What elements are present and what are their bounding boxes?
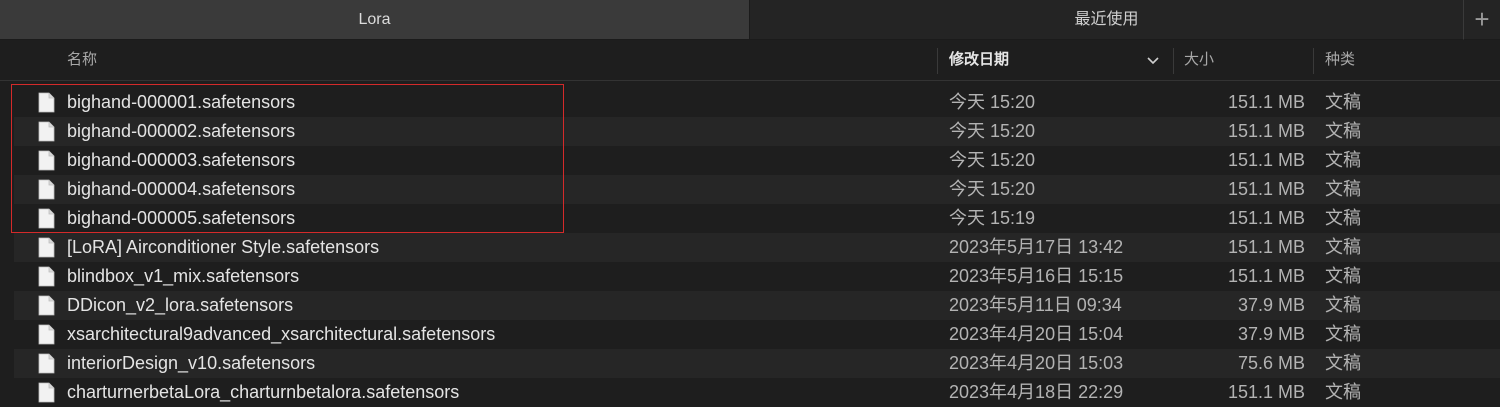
file-name[interactable]: DDicon_v2_lora.safetensors [67, 291, 293, 320]
file-date: 2023年4月20日 15:03 [949, 353, 1124, 373]
file-date: 今天 15:20 [949, 150, 1036, 170]
file-size: 37.9 MB [1237, 295, 1305, 315]
file-size: 151.1 MB [1227, 237, 1305, 257]
document-icon [38, 121, 55, 142]
file-name[interactable]: bighand-000002.safetensors [67, 117, 295, 146]
document-icon [38, 382, 55, 403]
file-date: 2023年4月20日 15:04 [949, 324, 1124, 344]
file-date: 今天 15:19 [949, 208, 1036, 228]
file-name[interactable]: blindbox_v1_mix.safetensors [67, 262, 299, 291]
column-divider[interactable] [1313, 48, 1314, 74]
document-icon [38, 266, 55, 287]
file-kind: 文稿 [1325, 295, 1361, 315]
file-kind: 文稿 [1325, 266, 1361, 286]
document-icon [38, 150, 55, 171]
column-divider[interactable] [1173, 48, 1174, 74]
file-kind: 文稿 [1325, 237, 1361, 257]
column-date-header[interactable]: 修改日期 [949, 41, 1009, 80]
tab-bar: Lora 最近使用 + [0, 0, 1500, 40]
file-row[interactable]: bighand-000005.safetensors 今天 15:19 151.1 … [14, 204, 1500, 233]
file-name[interactable]: charturnerbetaLora_charturnbetalora.safe… [67, 378, 459, 407]
file-kind: 文稿 [1325, 121, 1361, 141]
file-kind: 文稿 [1325, 353, 1361, 373]
tab-recents[interactable]: 最近使用 [750, 0, 1463, 40]
file-size: 151.1 MB [1227, 179, 1305, 199]
file-kind: 文稿 [1325, 179, 1361, 199]
column-name-header[interactable]: 名称 [67, 41, 97, 80]
column-header: 名称 修改日期 大小 种类 [0, 41, 1500, 81]
plus-icon: + [1474, 4, 1490, 34]
document-icon [38, 353, 55, 374]
document-icon [38, 237, 55, 258]
file-row[interactable]: charturnerbetaLora_charturnbetalora.safe… [14, 378, 1500, 407]
file-date: 今天 15:20 [949, 121, 1036, 141]
chevron-down-icon[interactable] [1146, 53, 1160, 67]
file-kind: 文稿 [1325, 92, 1361, 112]
column-size-header[interactable]: 大小 [1184, 41, 1214, 80]
file-name[interactable]: bighand-000004.safetensors [67, 175, 295, 204]
file-date: 2023年5月16日 15:15 [949, 266, 1124, 286]
file-kind: 文稿 [1325, 150, 1361, 170]
file-size: 151.1 MB [1227, 150, 1305, 170]
document-icon [38, 179, 55, 200]
file-kind: 文稿 [1325, 382, 1361, 402]
file-row[interactable]: xsarchitectural9advanced_xsarchitectural… [14, 320, 1500, 349]
document-icon [38, 208, 55, 229]
file-date: 今天 15:20 [949, 179, 1036, 199]
document-icon [38, 324, 55, 345]
document-icon [38, 92, 55, 113]
file-size: 151.1 MB [1227, 92, 1305, 112]
file-size: 151.1 MB [1227, 208, 1305, 228]
column-divider[interactable] [937, 48, 938, 74]
file-row[interactable]: DDicon_v2_lora.safetensors 2023年5月11日 09:… [14, 291, 1500, 320]
file-size: 75.6 MB [1237, 353, 1305, 373]
file-date: 今天 15:20 [949, 92, 1036, 112]
new-tab-button[interactable]: + [1463, 0, 1500, 40]
file-kind: 文稿 [1325, 324, 1361, 344]
file-name[interactable]: bighand-000001.safetensors [67, 88, 295, 117]
file-row[interactable]: bighand-000002.safetensors 今天 15:20 151.1 … [14, 117, 1500, 146]
file-size: 151.1 MB [1227, 121, 1305, 141]
document-icon [38, 295, 55, 316]
file-row[interactable]: [LoRA] Airconditioner Style.safetensors 2… [14, 233, 1500, 262]
file-name[interactable]: [LoRA] Airconditioner Style.safetensors [67, 233, 379, 262]
file-row[interactable]: interiorDesign_v10.safetensors 2023年4月20日… [14, 349, 1500, 378]
file-kind: 文稿 [1325, 208, 1361, 228]
file-row[interactable]: blindbox_v1_mix.safetensors 2023年5月16日 15… [14, 262, 1500, 291]
file-size: 151.1 MB [1227, 382, 1305, 402]
column-kind-header[interactable]: 种类 [1325, 41, 1355, 80]
file-date: 2023年4月18日 22:29 [949, 382, 1124, 402]
file-row[interactable]: bighand-000004.safetensors 今天 15:20 151.1 … [14, 175, 1500, 204]
file-size: 151.1 MB [1227, 266, 1305, 286]
file-name[interactable]: interiorDesign_v10.safetensors [67, 349, 315, 378]
file-row[interactable]: bighand-000001.safetensors 今天 15:20 151.1 … [14, 88, 1500, 117]
file-date: 2023年5月11日 09:34 [949, 295, 1122, 315]
file-row[interactable]: bighand-000003.safetensors 今天 15:20 151.1 … [14, 146, 1500, 175]
file-name[interactable]: bighand-000005.safetensors [67, 204, 295, 233]
file-name[interactable]: xsarchitectural9advanced_xsarchitectural… [67, 320, 495, 349]
file-name[interactable]: bighand-000003.safetensors [67, 146, 295, 175]
tab-lora[interactable]: Lora [0, 0, 750, 40]
file-size: 37.9 MB [1237, 324, 1305, 344]
file-date: 2023年5月17日 13:42 [949, 237, 1124, 257]
